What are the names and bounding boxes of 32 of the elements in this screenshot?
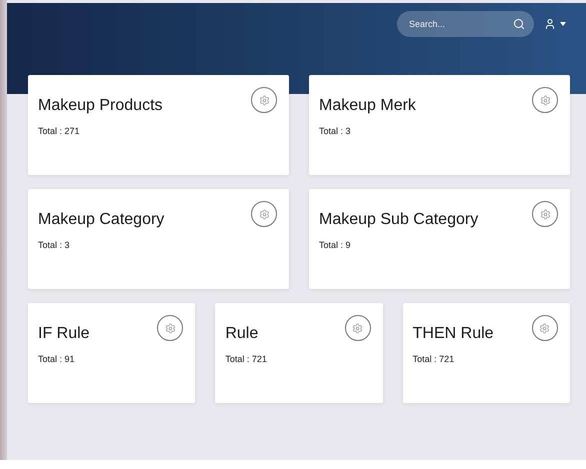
card-total: Total : 9 <box>319 240 352 250</box>
settings-button[interactable] <box>532 201 558 227</box>
gear-icon <box>540 208 550 220</box>
card-total: Total : 721 <box>412 354 456 364</box>
gear-icon <box>352 322 364 334</box>
card-total: Total : 91 <box>38 354 76 364</box>
settings-button[interactable] <box>532 315 558 341</box>
card-total: Total : 271 <box>38 126 81 136</box>
caret-icon <box>560 22 566 26</box>
card-title: Makeup Category <box>38 211 164 229</box>
user-menu-button[interactable] <box>544 18 566 30</box>
card-title: THEN Rule <box>412 325 494 343</box>
card-title: Rule <box>225 325 258 343</box>
gear-icon <box>258 94 270 106</box>
settings-button[interactable] <box>344 315 371 341</box>
gear-icon <box>540 94 550 106</box>
gear-icon <box>164 322 176 334</box>
card-total: Total : 721 <box>225 354 268 364</box>
user-icon <box>544 18 556 30</box>
gear-icon <box>258 208 270 220</box>
search-icon[interactable] <box>513 18 525 30</box>
settings-button[interactable] <box>251 87 277 113</box>
card-title: IF Rule <box>38 325 90 343</box>
gear-icon <box>539 322 550 334</box>
card-total: Total : 3 <box>319 126 352 136</box>
settings-button[interactable] <box>532 87 558 113</box>
card-title: Makeup Products <box>38 97 163 115</box>
card-title: Makeup Merk <box>319 97 416 115</box>
settings-button[interactable] <box>251 201 277 227</box>
card-total: Total : 3 <box>38 240 71 250</box>
settings-button[interactable] <box>157 315 184 341</box>
card-title: Makeup Sub Category <box>319 211 478 229</box>
